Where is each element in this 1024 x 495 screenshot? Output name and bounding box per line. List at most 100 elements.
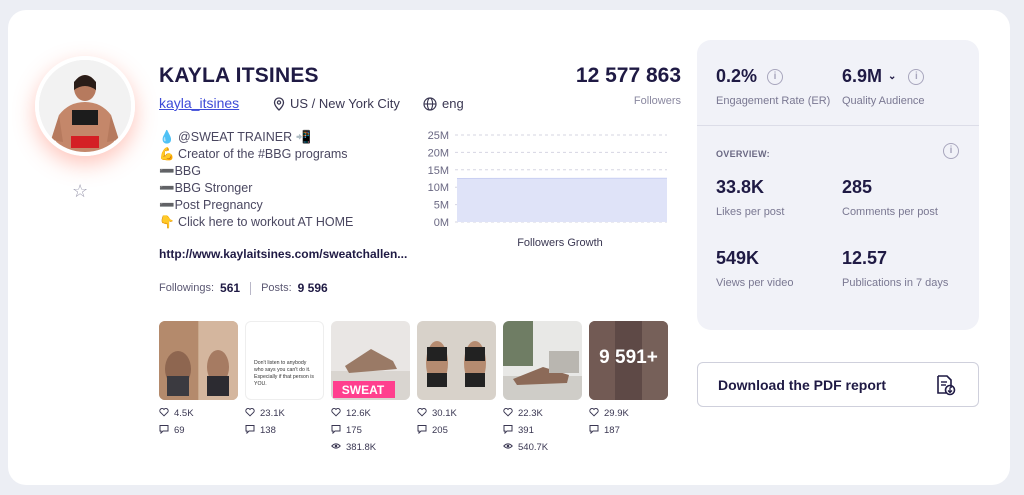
likes-per-post-value: 33.8K: [716, 177, 765, 197]
post-views-value: 381.8K: [346, 442, 377, 453]
heart-icon: [245, 407, 255, 420]
post-thumbnail[interactable]: [159, 321, 238, 400]
post-likes-value: 29.9K: [604, 408, 629, 419]
post-stats: 30.1K 205: [417, 405, 457, 439]
heart-icon: [417, 407, 427, 420]
heart-icon: [589, 407, 599, 420]
post-views: 381.8K: [331, 439, 376, 456]
post-thumbnail[interactable]: [503, 321, 582, 400]
post-views: 540.7K: [503, 439, 548, 456]
info-icon[interactable]: i: [943, 143, 959, 159]
post-likes: 23.1K: [245, 405, 285, 422]
post-stats: 12.6K 175 381.8K: [331, 405, 376, 456]
post-views-value: 540.7K: [518, 442, 549, 453]
post-stats: 23.1K 138: [245, 405, 285, 439]
comments-per-post-label: Comments per post: [842, 206, 938, 218]
post-comments-value: 138: [260, 425, 276, 436]
bio-line: ➖Post Pregnancy: [159, 198, 263, 212]
post-comments: 175: [331, 422, 376, 439]
download-pdf-label: Download the PDF report: [718, 376, 886, 393]
info-icon[interactable]: i: [908, 68, 925, 85]
bio-line: ➖BBG: [159, 164, 201, 178]
publications-label: Publications in 7 days: [842, 277, 949, 289]
post-thumbnail[interactable]: SWEAT: [331, 321, 410, 400]
post-thumbnail[interactable]: [417, 321, 496, 400]
avatar: [35, 56, 135, 156]
download-pdf-button[interactable]: Download the PDF report: [697, 362, 979, 407]
comment-icon: [159, 424, 169, 437]
bio-line: ➖BBG Stronger: [159, 181, 253, 195]
favorite-star-icon[interactable]: ☆: [72, 181, 88, 202]
followers-label: Followers: [633, 95, 681, 107]
bio: 💧 @SWEAT TRAINER 📲 💪 Creator of the #BBG…: [159, 129, 353, 231]
language: eng: [423, 96, 464, 111]
svg-text:SWEAT: SWEAT: [342, 383, 385, 397]
comments-per-post-value: 285: [842, 177, 873, 197]
post-comments: 391: [503, 422, 548, 439]
posts-value: 9 596: [297, 281, 328, 295]
post-comments-value: 187: [604, 425, 620, 436]
post-likes: 30.1K: [417, 405, 457, 422]
followings-value: 561: [220, 281, 241, 295]
views-per-video-value: 549K: [716, 248, 760, 268]
post-comments-value: 205: [432, 425, 448, 436]
more-posts-count: 9 591+: [599, 347, 658, 368]
post-likes: 22.3K: [503, 405, 548, 422]
posts-label: Posts:: [261, 282, 292, 294]
post-thumbnail[interactable]: Don't listen to anybody who says you can…: [245, 321, 324, 400]
views-per-video-label: Views per video: [716, 277, 794, 289]
location-pin-icon: [273, 96, 285, 111]
y-tick-label: 25M: [428, 130, 449, 142]
engagement-rate-number: 0.2%: [716, 66, 758, 86]
comment-icon: [589, 424, 599, 437]
post-stats: 29.9K 187: [589, 405, 629, 439]
location: US / New York City: [273, 96, 400, 111]
divider: [697, 125, 979, 126]
followers-area-series: [457, 178, 667, 222]
post-comments: 205: [417, 422, 457, 439]
eye-icon: [503, 441, 513, 454]
bio-line: 💪 Creator of the #BBG programs: [159, 147, 348, 161]
eye-icon: [331, 441, 341, 454]
post-comments: 69: [159, 422, 194, 439]
divider: [250, 281, 252, 295]
post-comments-value: 391: [518, 425, 534, 436]
y-tick-label: 0M: [434, 217, 449, 229]
quality-audience-value: 6.9M ⌄ i: [842, 66, 925, 87]
y-tick-label: 5M: [434, 200, 449, 212]
engagement-rate-label: Engagement Rate (ER): [716, 95, 831, 107]
post-comments: 138: [245, 422, 285, 439]
profile-handle-link[interactable]: kayla_itsines: [159, 95, 239, 111]
quality-audience-number: 6.9M: [842, 66, 883, 86]
post-likes: 4.5K: [159, 405, 194, 422]
comment-icon: [503, 424, 513, 437]
language-text: eng: [442, 96, 464, 111]
post-likes-value: 30.1K: [432, 408, 457, 419]
engagement-rate-value: 0.2% i: [716, 66, 784, 87]
bio-line: 💧 @SWEAT TRAINER 📲: [159, 130, 312, 144]
post-likes-value: 22.3K: [518, 408, 543, 419]
post-thumbnail-more[interactable]: 9 591+: [589, 321, 668, 400]
y-tick-label: 15M: [428, 165, 449, 177]
comment-icon: [417, 424, 427, 437]
globe-icon: [423, 96, 437, 111]
location-text: US / New York City: [290, 96, 400, 111]
post-likes-value: 23.1K: [260, 408, 285, 419]
profile-counts: Followings: 561 Posts: 9 596: [159, 281, 328, 295]
profile-name: KAYLA ITSINES: [159, 64, 319, 87]
y-tick-label: 20M: [428, 147, 449, 159]
post-likes: 12.6K: [331, 405, 376, 422]
post-comments-value: 175: [346, 425, 362, 436]
heart-icon: [331, 407, 341, 420]
website-link[interactable]: http://www.kaylaitsines.com/sweatchallen…: [159, 247, 429, 261]
post-comments-value: 69: [174, 425, 185, 436]
chart-title: Followers Growth: [517, 237, 603, 249]
post-stats: 4.5K 69: [159, 405, 194, 439]
info-icon[interactable]: i: [767, 68, 784, 85]
quality-audience-label: Quality Audience: [842, 95, 925, 107]
heart-icon: [159, 407, 169, 420]
bio-line: 👇 Click here to workout AT HOME: [159, 215, 354, 229]
post-stats: 22.3K 391 540.7K: [503, 405, 548, 456]
followers-count: 12 577 863: [575, 64, 681, 87]
chevron-down-icon[interactable]: ⌄: [888, 71, 896, 82]
